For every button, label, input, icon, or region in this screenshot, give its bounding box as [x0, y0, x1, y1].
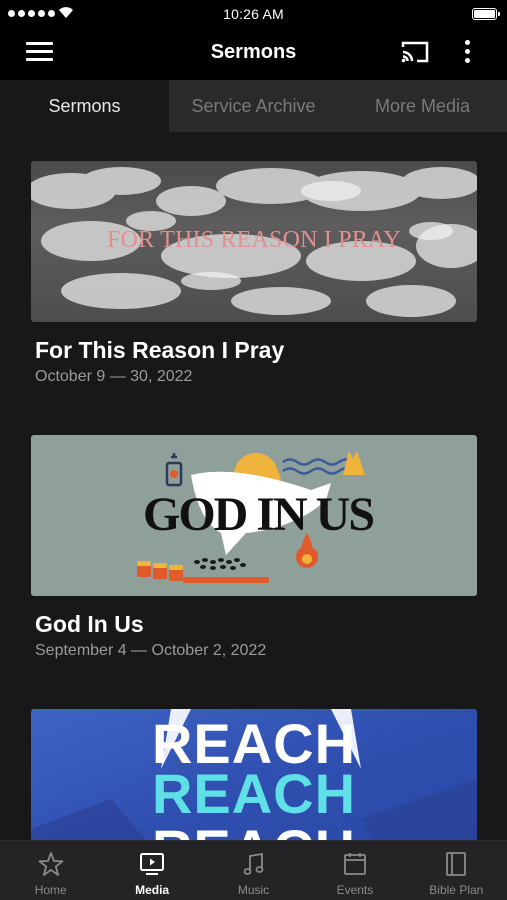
- tab-more-media[interactable]: More Media: [338, 80, 507, 132]
- sermon-title: For This Reason I Pray: [35, 337, 285, 363]
- bottom-tab-bar: Home Media Music Events Bible Plan: [0, 840, 507, 900]
- sermon-card[interactable]: REACH REACH REACH: [31, 709, 477, 840]
- cast-icon[interactable]: [400, 40, 430, 64]
- tabbar-media[interactable]: Media: [101, 841, 202, 900]
- tabbar-bible-plan[interactable]: Bible Plan: [406, 841, 507, 900]
- more-options-icon[interactable]: [463, 40, 473, 66]
- app-header: Sermons: [0, 28, 507, 78]
- status-bar: 10:26 AM: [0, 0, 507, 28]
- tabbar-label: Home: [34, 883, 67, 897]
- tabbar-label: Events: [336, 883, 374, 897]
- sermon-list: FOR THIS REASON I PRAY For This Reason I…: [0, 132, 507, 840]
- tabbar-label: Bible Plan: [429, 883, 484, 897]
- page-title: Sermons: [210, 41, 297, 63]
- sermon-artwork[interactable]: GOD IN US: [31, 435, 477, 596]
- content-tabs: Sermons Service Archive More Media: [0, 80, 507, 132]
- tab-service-archive[interactable]: Service Archive: [169, 80, 338, 132]
- battery-icon: [472, 8, 500, 20]
- calendar-icon: [344, 853, 366, 875]
- artwork-title: GOD IN US: [143, 488, 375, 541]
- sermon-dates: September 4 — October 2, 2022: [35, 642, 267, 659]
- sermon-artwork[interactable]: REACH REACH REACH: [31, 709, 477, 840]
- sermon-artwork[interactable]: FOR THIS REASON I PRAY: [31, 161, 477, 322]
- tabbar-events[interactable]: Events: [304, 841, 405, 900]
- sermon-dates: October 9 — 30, 2022: [35, 368, 193, 385]
- sermon-card[interactable]: FOR THIS REASON I PRAY For This Reason I…: [31, 161, 477, 386]
- artwork-line: REACH: [31, 817, 477, 840]
- tabbar-home[interactable]: Home: [0, 841, 101, 900]
- book-icon: [446, 852, 467, 876]
- tabbar-label: Media: [135, 883, 170, 897]
- tabbar-label: Music: [237, 883, 270, 897]
- status-time: 10:26 AM: [223, 6, 284, 22]
- star-icon: [38, 852, 64, 876]
- tv-icon: [140, 853, 165, 875]
- sermon-card[interactable]: GOD IN US God In Us September 4 — Octobe…: [31, 435, 477, 660]
- sermon-title: God In Us: [35, 611, 144, 637]
- music-note-icon: [243, 852, 263, 875]
- tab-sermons[interactable]: Sermons: [0, 80, 169, 132]
- tabbar-music[interactable]: Music: [203, 841, 304, 900]
- artwork-title: FOR THIS REASON I PRAY: [107, 227, 401, 253]
